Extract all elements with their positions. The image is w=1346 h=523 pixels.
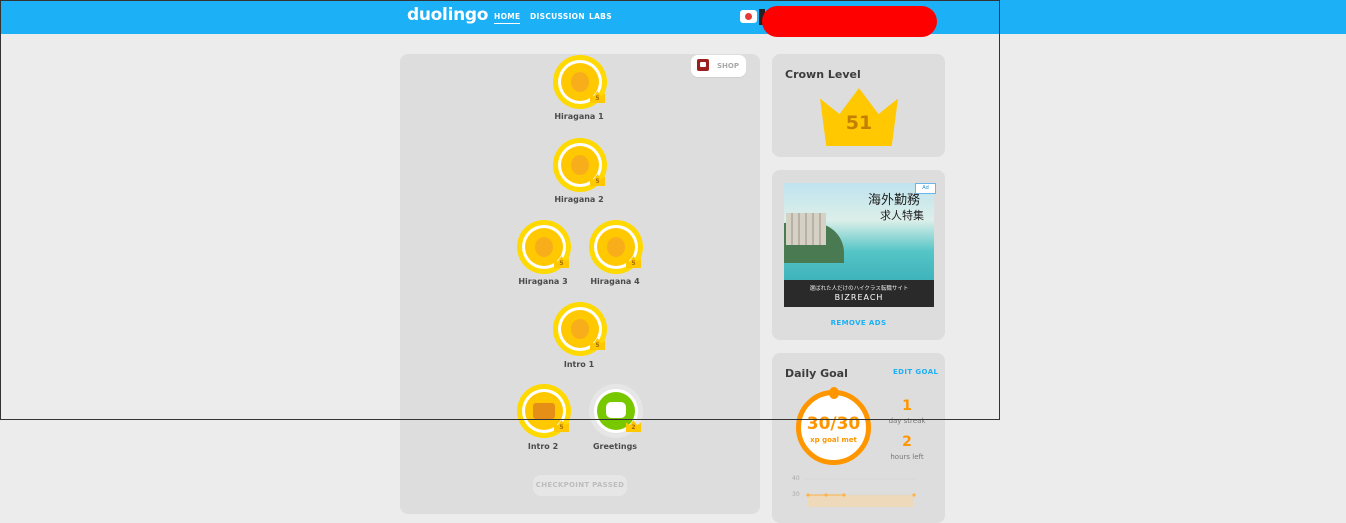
streak-value: 1: [902, 398, 912, 414]
shop-label: SHOP: [717, 62, 739, 70]
edit-goal-link[interactable]: EDIT GOAL: [893, 368, 938, 376]
skill-label: Hiragana 1: [554, 112, 604, 121]
skill-hiragana-4[interactable]: 5: [589, 220, 643, 274]
skill-label: Hiragana 4: [590, 277, 640, 286]
flame-icon: [829, 387, 839, 399]
ad-tagline: 選ばれた人だけのハイクラス転職サイト: [809, 286, 909, 292]
skill-hiragana-3[interactable]: 5: [517, 220, 571, 274]
crown-level-badge: 2: [631, 424, 636, 431]
skill-label: Greetings: [592, 442, 638, 451]
hours-left-label: hours left: [890, 453, 924, 461]
xp-history-chart: [804, 478, 916, 507]
daily-goal-progress-value: 30/30: [806, 414, 861, 434]
advertisement-image[interactable]: 海外勤務 求人特集 選ばれた人だけのハイクラス転職サイト BIZREACH: [784, 183, 934, 307]
skill-greetings[interactable]: 2: [589, 384, 643, 438]
skill-label: Intro 1: [563, 360, 595, 369]
hours-left-value: 2: [902, 434, 912, 450]
japanese-flag-icon[interactable]: [740, 10, 757, 23]
crown-level-badge: 5: [595, 95, 600, 102]
streak-label: day streak: [888, 417, 926, 425]
crown-level-title: Crown Level: [785, 68, 861, 81]
skill-hiragana-1[interactable]: 5: [553, 55, 607, 109]
nav-home[interactable]: HOME: [494, 12, 521, 24]
duolingo-logo[interactable]: duolingo: [407, 5, 488, 25]
crown-level-value: 51: [845, 112, 873, 134]
redacted-user-area: [762, 6, 937, 37]
top-navigation-bar: duolingo HOME DISCUSSION LABS: [0, 0, 1346, 37]
crown-level-badge: 5: [595, 178, 600, 185]
crown-level-badge: 5: [595, 342, 600, 349]
skill-intro-2[interactable]: 5: [517, 384, 571, 438]
crown-level-badge: 5: [559, 424, 564, 431]
shop-button[interactable]: SHOP: [691, 55, 746, 77]
ad-title: 海外勤務: [868, 193, 921, 208]
ad-subtitle: 求人特集: [880, 209, 924, 222]
ad-brand: BIZREACH: [834, 293, 884, 302]
skill-intro-1[interactable]: 5: [553, 302, 607, 356]
crown-level-badge: 5: [559, 260, 564, 267]
treasure-chest-icon: [697, 59, 709, 71]
xp-chart-tick: 30: [792, 491, 800, 498]
crown-level-badge: 5: [631, 260, 636, 267]
skill-hiragana-2[interactable]: 5: [553, 138, 607, 192]
remove-ads-link[interactable]: REMOVE ADS: [772, 319, 945, 327]
daily-goal-caption: xp goal met: [810, 436, 857, 444]
daily-goal-title: Daily Goal: [785, 367, 848, 380]
nav-discussion[interactable]: DISCUSSION: [530, 12, 585, 21]
ad-choices-badge[interactable]: Ad: [915, 183, 936, 194]
checkpoint-passed-badge[interactable]: CHECKPOINT PASSED: [533, 475, 627, 496]
nav-labs[interactable]: LABS: [589, 12, 612, 21]
xp-chart-tick: 40: [792, 475, 800, 482]
skill-label: Hiragana 2: [554, 195, 604, 204]
